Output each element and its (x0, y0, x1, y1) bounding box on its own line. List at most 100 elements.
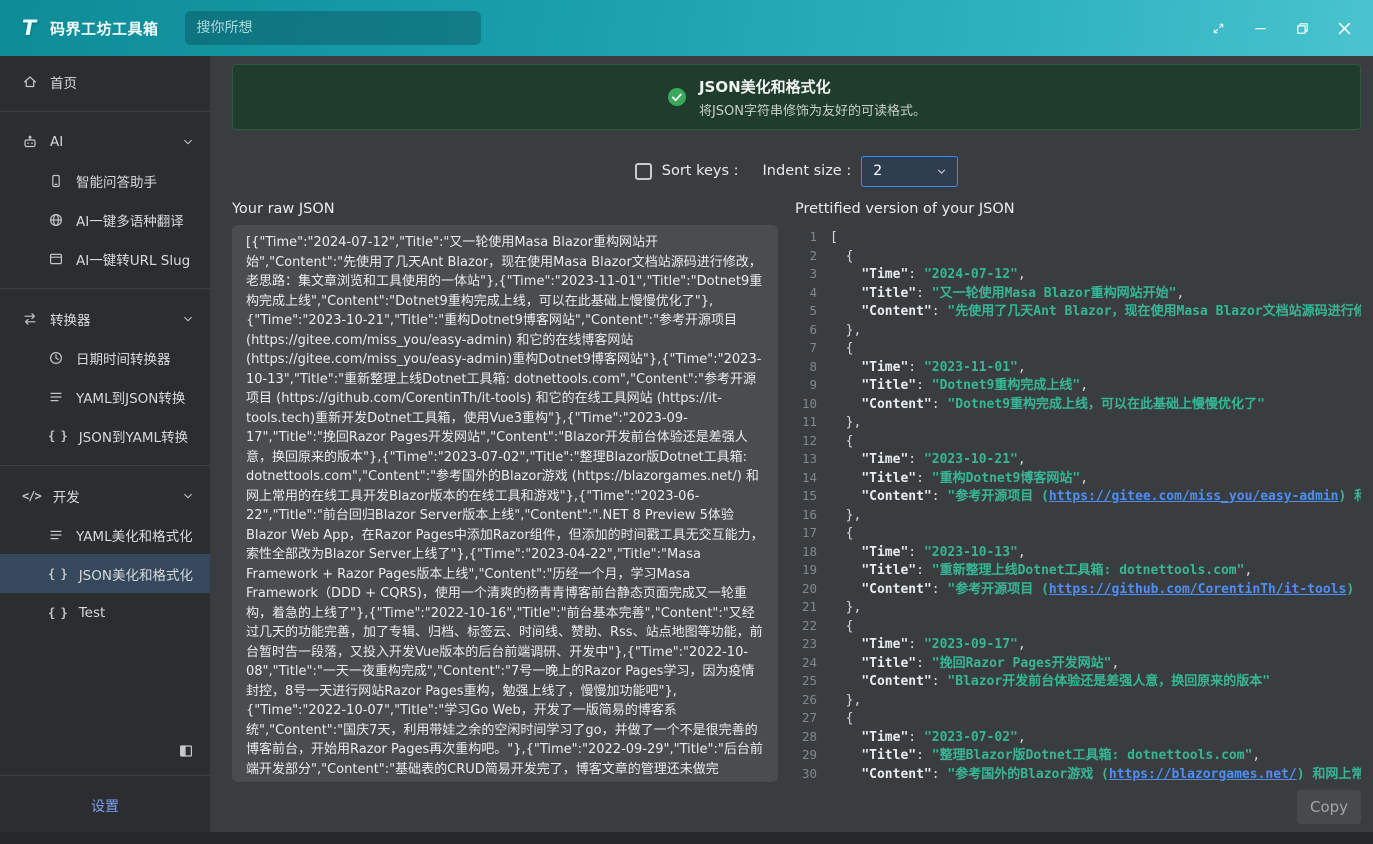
panel-toggle-icon[interactable] (178, 743, 194, 759)
code-punct: { (830, 434, 853, 449)
code-punct: }, (830, 508, 861, 523)
code-punct: , (1252, 748, 1260, 763)
code-punct: { (830, 526, 853, 541)
window-controls (1203, 13, 1359, 43)
sidebar-divider (0, 111, 210, 112)
indent-size-value: 2 (873, 163, 882, 179)
code-punct: : (916, 563, 932, 578)
sidebar-item[interactable]: 智能问答助手 (0, 161, 210, 200)
editor-panels: Your raw JSON Prettified version of your… (232, 201, 1361, 782)
code-line: 22 { (795, 617, 1361, 636)
close-button[interactable] (1329, 13, 1359, 43)
line-number: 17 (795, 524, 817, 543)
code-link[interactable]: https://github.com/CorentinTh/it-tools (1049, 582, 1346, 597)
content-row: 首页 AI 智能问答助手AI一键多语种翻译AI一键转URL Slug 转换器日期时间转… (0, 56, 1373, 832)
sort-keys-checkbox[interactable] (635, 163, 652, 180)
line-number: 27 (795, 709, 817, 728)
indent-size-label: Indent size : (763, 163, 852, 179)
code-punct: : (932, 397, 948, 412)
code-link[interactable]: https://blazorgames.net/ (1109, 767, 1297, 782)
settings-button[interactable]: 设置 (0, 786, 210, 826)
code-line: 14 "Title": "重构Dotnet9博客网站", (795, 469, 1361, 488)
sidebar-item[interactable]: { }JSON到YAML转换 (0, 416, 210, 455)
code-line: 4 "Title": "又一轮使用Masa Blazor重构网站开始", (795, 284, 1361, 303)
sidebar-item[interactable]: 日期时间转换器 (0, 338, 210, 377)
globe-icon (48, 212, 64, 228)
sidebar-item[interactable]: 首页 (0, 62, 210, 101)
code-line: 3 "Time": "2024-07-12", (795, 265, 1361, 284)
code-line: 18 "Time": "2023-10-13", (795, 543, 1361, 562)
code-punct: : (932, 674, 948, 689)
code-string: "整理Blazor版Dotnet工具箱: dotnettools.com" (932, 748, 1253, 763)
code-line: 28 "Time": "2023-07-02", (795, 728, 1361, 747)
code-string: "2023-10-13" (924, 545, 1018, 560)
code-punct: , (1018, 730, 1026, 745)
line-number: 1 (795, 228, 817, 247)
code-key: "Title" (861, 748, 916, 763)
code-punct (830, 378, 861, 393)
line-number: 9 (795, 376, 817, 395)
sidebar-item[interactable]: { }JSON美化和格式化 (0, 554, 210, 593)
line-number: 15 (795, 487, 817, 506)
raw-json-textarea[interactable] (232, 225, 778, 782)
code-key: "Title" (861, 471, 916, 486)
code-line: 2 { (795, 247, 1361, 266)
minimize-button[interactable] (1245, 13, 1275, 43)
code-line: 27 { (795, 709, 1361, 728)
line-number: 25 (795, 672, 817, 691)
code-line: 21 }, (795, 598, 1361, 617)
code-string: "挽回Razor Pages开发网站" (932, 656, 1112, 671)
sidebar-item[interactable]: AI一键转URL Slug (0, 239, 210, 278)
browser-icon (48, 251, 64, 267)
line-number: 14 (795, 469, 817, 488)
sidebar-item-label: YAML美化和格式化 (76, 525, 193, 545)
code-punct (830, 637, 861, 652)
sidebar-section-header[interactable]: </>开发 (0, 476, 210, 515)
code-punct (830, 452, 861, 467)
restore-button[interactable] (1287, 13, 1317, 43)
code-key: "Content" (861, 674, 931, 689)
sidebar-item[interactable]: YAML到JSON转换 (0, 377, 210, 416)
line-number: 19 (795, 561, 817, 580)
indent-size-select[interactable]: 2 (861, 156, 958, 187)
search-input[interactable] (197, 20, 469, 36)
line-number: 13 (795, 450, 817, 469)
code-punct (830, 656, 861, 671)
code-key: "Time" (861, 545, 908, 560)
pretty-json-panel: Prettified version of your JSON 1[2 {3 "… (795, 201, 1361, 782)
sidebar-bottom: 设置 (0, 737, 210, 832)
code-string: "2023-10-21" (924, 452, 1018, 467)
line-number: 20 (795, 580, 817, 599)
code-punct: }, (830, 600, 861, 615)
code-punct: : (908, 730, 924, 745)
expand-button[interactable] (1203, 13, 1233, 43)
line-number: 12 (795, 432, 817, 451)
sidebar: 首页 AI 智能问答助手AI一键多语种翻译AI一键转URL Slug 转换器日期时间转… (0, 56, 210, 832)
code-punct (830, 748, 861, 763)
code-string: "Dotnet9重构完成上线" (932, 378, 1080, 393)
code-punct: , (1080, 471, 1088, 486)
sidebar-item[interactable]: YAML美化和格式化 (0, 515, 210, 554)
code-punct: { (830, 341, 853, 356)
sidebar-item-label: 首页 (50, 72, 77, 92)
sidebar-section-header[interactable]: 转换器 (0, 299, 210, 338)
code-punct: }, (830, 693, 861, 708)
code-punct (830, 471, 861, 486)
sidebar-section-label: 开发 (53, 486, 80, 506)
sidebar-item[interactable]: { }Test (0, 593, 210, 632)
copy-button[interactable]: Copy (1297, 790, 1361, 824)
tool-subtitle: 将JSON字符串修饰为友好的可读格式。 (699, 100, 926, 119)
sidebar-item[interactable]: AI一键多语种翻译 (0, 200, 210, 239)
search-box[interactable] (185, 11, 481, 45)
sidebar-section-header[interactable]: AI (0, 122, 210, 161)
code-punct: , (1018, 267, 1026, 282)
code-line: 24 "Title": "挽回Razor Pages开发网站", (795, 654, 1361, 673)
sidebar-divider (0, 775, 210, 776)
code-link[interactable]: https://gitee.com/miss_you/easy-admin (1049, 489, 1339, 504)
code-key: "Content" (861, 304, 931, 319)
braces-icon: { } (48, 567, 67, 581)
list-icon (48, 527, 64, 543)
line-number: 7 (795, 339, 817, 358)
sidebar-section-label: AI (50, 134, 63, 150)
pretty-json-label: Prettified version of your JSON (795, 201, 1361, 223)
